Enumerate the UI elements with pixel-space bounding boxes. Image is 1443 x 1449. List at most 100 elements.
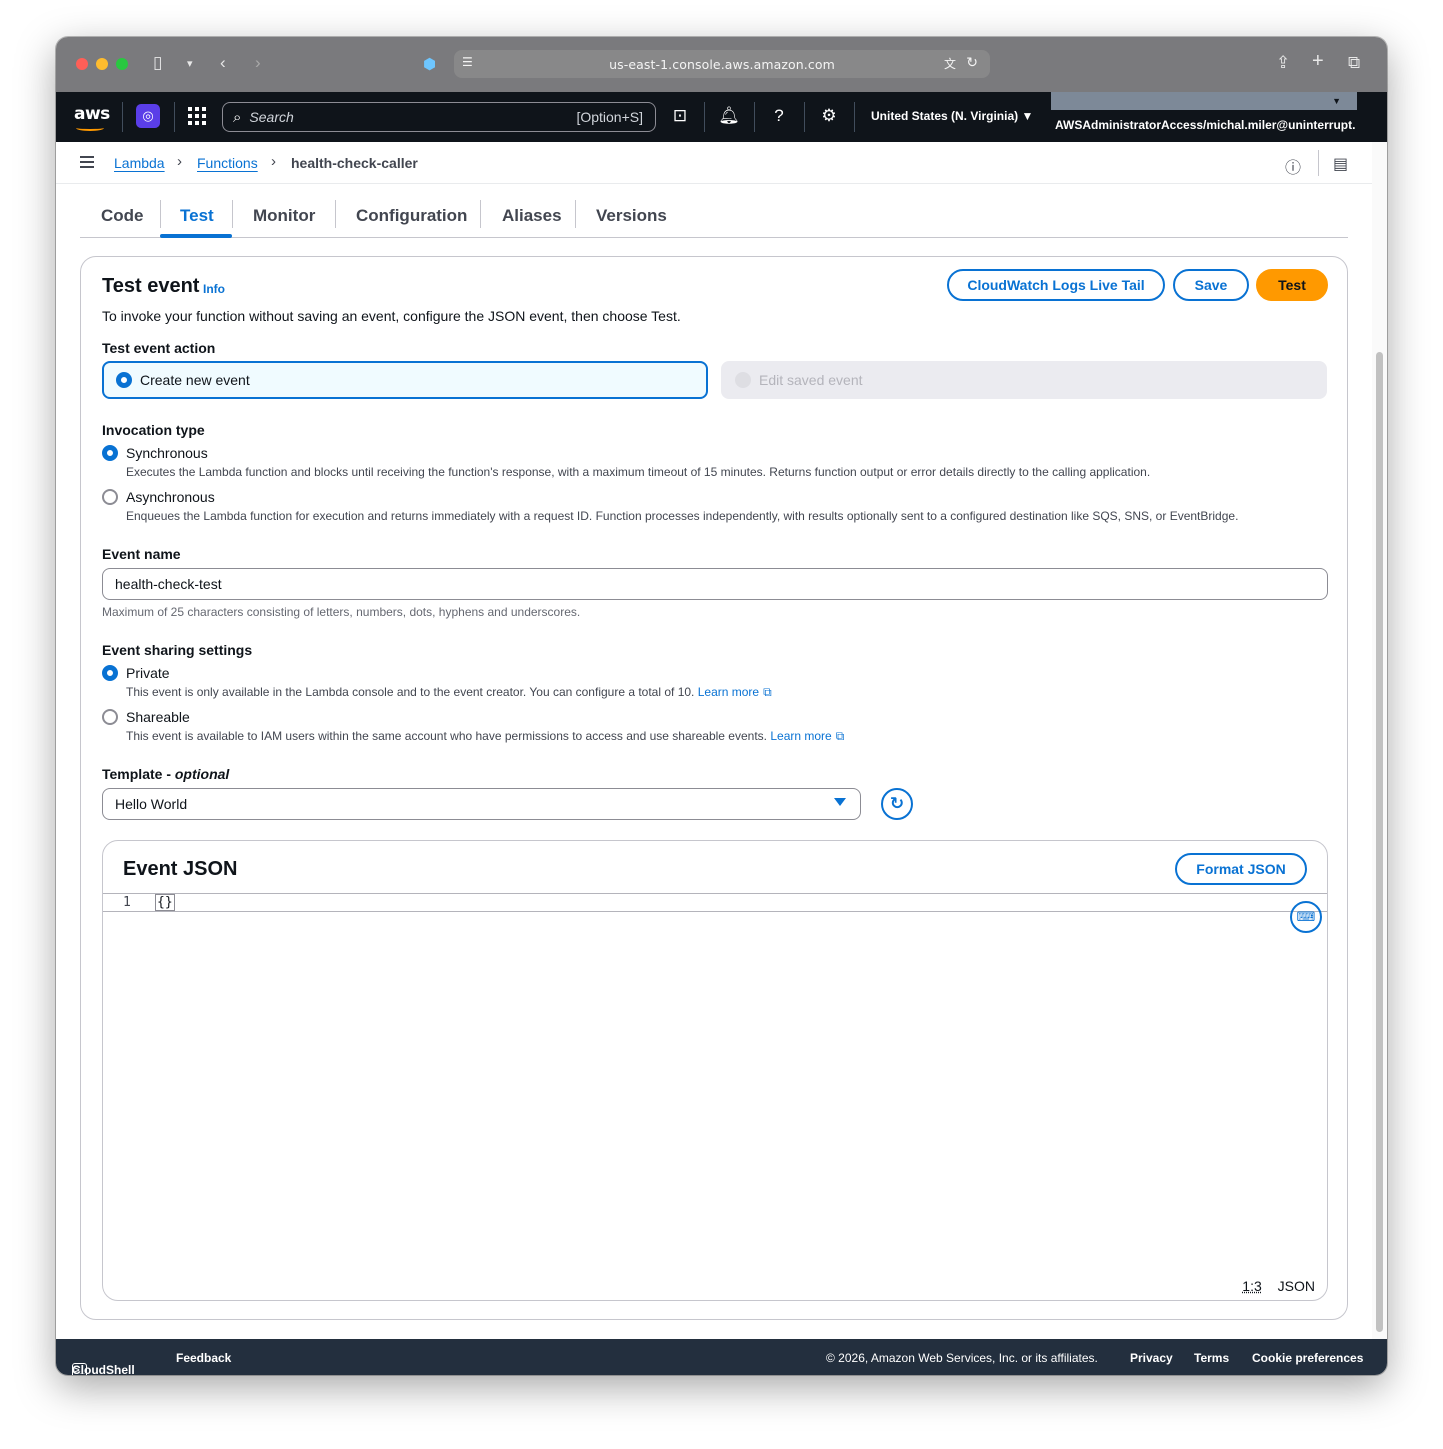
private-description-text: This event is only available in the Lamb…	[126, 685, 695, 699]
search-input[interactable]	[249, 109, 530, 125]
address-bar[interactable]: ☰ us-east-1.console.aws.amazon.com 文 ↻	[454, 50, 990, 78]
radio-unselected[interactable]	[102, 489, 118, 505]
menu-icon[interactable]	[80, 156, 94, 168]
private-description: This event is only available in the Lamb…	[126, 685, 772, 700]
create-new-event-label: Create new event	[140, 372, 250, 388]
help-icon[interactable]: ?	[768, 105, 790, 127]
minimize-window-button[interactable]	[96, 58, 108, 70]
back-icon[interactable]: ‹	[220, 53, 226, 73]
event-name-input[interactable]: health-check-test	[102, 568, 1328, 600]
tab-monitor[interactable]: Monitor	[253, 206, 315, 226]
info-link[interactable]: Info	[203, 282, 225, 296]
format-json-button[interactable]: Format JSON	[1175, 853, 1307, 885]
radio-unselected[interactable]	[102, 709, 118, 725]
divider	[704, 102, 705, 132]
privacy-link[interactable]: Privacy	[1130, 1351, 1173, 1365]
service-shield-icon[interactable]: ◎	[136, 104, 160, 128]
synchronous-label: Synchronous	[126, 445, 208, 461]
create-new-event-tile[interactable]: Create new event	[102, 361, 708, 399]
cloudwatch-live-tail-button[interactable]: CloudWatch Logs Live Tail	[947, 269, 1165, 301]
shareable-description-text: This event is available to IAM users wit…	[126, 729, 767, 743]
template-selected-value: Hello World	[115, 796, 188, 812]
region-selector[interactable]: United States (N. Virginia) ▼	[871, 109, 1033, 123]
synchronous-option[interactable]: Synchronous	[102, 445, 208, 461]
cookie-preferences-link[interactable]: Cookie preferences	[1252, 1351, 1363, 1365]
shareable-label: Shareable	[126, 709, 190, 725]
divider	[1318, 150, 1319, 176]
chevron-down-icon[interactable]: ▾	[187, 57, 193, 70]
feedback-link[interactable]: Feedback	[176, 1351, 231, 1365]
scrollbar[interactable]	[1372, 142, 1387, 1339]
private-option[interactable]: Private	[102, 665, 170, 681]
tab-versions[interactable]: Versions	[596, 206, 667, 226]
translate-icon[interactable]: 文	[944, 55, 956, 72]
settings-gear-icon[interactable]: ⚙	[818, 105, 840, 127]
tab-overview-icon[interactable]: ⧉	[1348, 53, 1360, 73]
region-label: United States (N. Virginia)	[871, 109, 1019, 123]
divider	[754, 102, 755, 132]
divider	[480, 200, 481, 228]
divider	[160, 200, 161, 228]
divider	[174, 102, 175, 132]
breadcrumb-current: health-check-caller	[291, 155, 418, 171]
tab-code[interactable]: Code	[101, 206, 144, 226]
cursor-position[interactable]: 1:3	[1242, 1278, 1261, 1294]
forward-icon[interactable]: ›	[255, 53, 261, 73]
refresh-templates-button[interactable]: ↻	[881, 788, 913, 820]
scroll-thumb[interactable]	[1376, 352, 1383, 1332]
chevron-right-icon: ›	[271, 153, 276, 170]
tab-aliases[interactable]: Aliases	[502, 206, 562, 226]
new-tab-icon[interactable]: +	[1312, 50, 1324, 73]
share-icon[interactable]: ⇪	[1276, 53, 1290, 73]
learn-more-link[interactable]: Learn more	[698, 685, 759, 699]
tab-test[interactable]: Test	[180, 206, 214, 226]
edit-saved-event-label: Edit saved event	[759, 372, 863, 388]
code-editor[interactable]: 1 {}	[103, 893, 1327, 912]
console-footer: >_ CloudShell Feedback © 2026, Amazon Web…	[56, 1339, 1387, 1375]
breadcrumb-lambda[interactable]: Lambda	[114, 155, 165, 171]
keyboard-icon[interactable]: ⌨	[1290, 901, 1322, 933]
test-event-action-label: Test event action	[102, 340, 216, 356]
aws-logo[interactable]: aws	[74, 104, 110, 131]
tab-configuration[interactable]: Configuration	[356, 206, 467, 226]
info-circle-icon[interactable]: ⓘ	[1285, 154, 1301, 178]
private-label: Private	[126, 665, 170, 681]
url-text: us-east-1.console.aws.amazon.com	[609, 56, 835, 72]
services-menu-icon[interactable]	[188, 107, 206, 125]
radio-selected[interactable]	[102, 665, 118, 681]
notifications-bell-icon[interactable]: 🔔︎	[718, 105, 740, 127]
account-menu[interactable]: AWSAdministratorAccess/michal.miler@unin…	[1055, 118, 1355, 132]
asynchronous-option[interactable]: Asynchronous	[102, 489, 215, 505]
close-window-button[interactable]	[76, 58, 88, 70]
test-button[interactable]: Test	[1256, 269, 1328, 301]
reload-icon[interactable]: ↻	[966, 54, 978, 71]
cloudshell-icon[interactable]: ⊡	[669, 105, 691, 127]
active-tab-indicator	[160, 234, 232, 238]
editor-title: Event JSON	[123, 858, 238, 880]
aws-top-nav: aws ◎ ⌕ [Option+S] ⊡ 🔔︎ ? ⚙ United State…	[56, 92, 1387, 142]
feedback-icon[interactable]: ▤	[1333, 154, 1348, 174]
sidebar-toggle-icon[interactable]: ▯	[153, 53, 162, 73]
search-field[interactable]: ⌕ [Option+S]	[222, 102, 656, 132]
breadcrumb-functions[interactable]: Functions	[197, 155, 258, 171]
event-name-hint: Maximum of 25 characters consisting of l…	[102, 605, 581, 619]
external-link-icon: ⧉	[835, 729, 845, 743]
divider	[804, 102, 805, 132]
page-settings-icon[interactable]: ☰	[462, 55, 473, 69]
radio-selected[interactable]	[116, 372, 132, 388]
divider	[335, 200, 336, 228]
search-icon: ⌕	[233, 108, 242, 126]
code-content[interactable]: {}	[155, 894, 175, 911]
shareable-option[interactable]: Shareable	[102, 709, 190, 725]
maximize-window-button[interactable]	[116, 58, 128, 70]
template-select[interactable]: Hello World	[102, 788, 861, 820]
radio-selected[interactable]	[102, 445, 118, 461]
extension-icon[interactable]: ⬢	[423, 55, 436, 73]
divider	[232, 200, 233, 228]
account-banner[interactable]: ▼	[1051, 92, 1357, 110]
save-button[interactable]: Save	[1173, 269, 1249, 301]
template-label-text: Template -	[102, 766, 175, 782]
asynchronous-description: Enqueues the Lambda function for executi…	[126, 509, 1239, 523]
learn-more-link[interactable]: Learn more	[770, 729, 831, 743]
terms-link[interactable]: Terms	[1194, 1351, 1229, 1365]
